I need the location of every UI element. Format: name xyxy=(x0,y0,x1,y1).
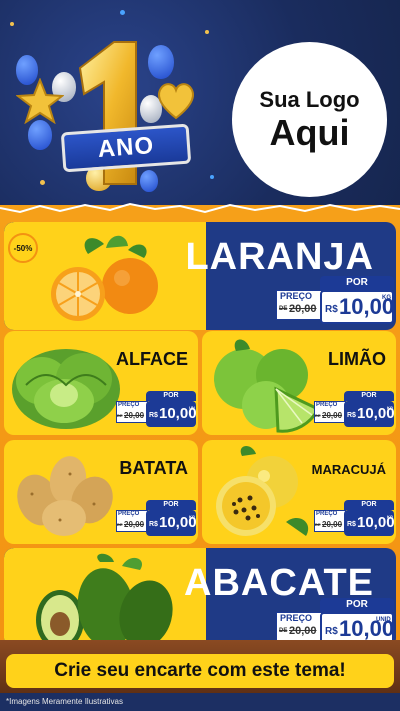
price-por-label: POR xyxy=(146,391,196,401)
logo-text-line1: Sua Logo xyxy=(259,86,360,112)
currency-symbol: R$ xyxy=(325,626,338,637)
old-price: 20,00 xyxy=(289,303,317,315)
avocado-image xyxy=(36,553,173,648)
confetti-dot xyxy=(40,180,45,185)
current-price-box: R$ 10,00 KG xyxy=(344,401,395,427)
currency-symbol: R$ xyxy=(149,412,158,419)
currency-symbol: R$ xyxy=(149,521,158,528)
preco-label: PREÇO xyxy=(316,511,338,517)
price-tag: POR PREÇO DE 20,00 R$ 10,00 KG xyxy=(314,389,395,429)
old-price-prefix: DE xyxy=(117,413,123,418)
old-price-prefix: DE xyxy=(315,522,321,527)
orange-fruit-image xyxy=(51,235,158,321)
product-name: BATATA xyxy=(119,458,188,478)
preco-label: PREÇO xyxy=(280,613,313,623)
disclaimer-text: *Imagens Meramente Ilustrativas xyxy=(6,697,123,706)
balloon-blue xyxy=(148,45,174,79)
product-card-alface[interactable]: ALFACE POR PREÇO DE 20,00 R$ 10,00 UN xyxy=(4,331,198,435)
preco-label: PREÇO xyxy=(280,291,313,301)
current-price-box: R$ 10,00 UN xyxy=(146,401,197,427)
current-price-box: R$ 10,00 KG xyxy=(344,510,395,536)
old-price: 20,00 xyxy=(322,520,343,529)
lime-image xyxy=(214,339,321,433)
ribbon-text: ANO xyxy=(96,132,156,163)
lettuce-image xyxy=(12,349,120,429)
balloon-blue xyxy=(28,120,52,150)
logo-placeholder[interactable]: Sua Logo Aqui xyxy=(232,42,387,197)
product-card-maracuja[interactable]: MARACUJÁ POR PREÇO DE 20,00 R$ 10,00 KG xyxy=(202,440,396,544)
old-price: 20,00 xyxy=(289,625,317,637)
product-card-batata[interactable]: BATATA POR PREÇO DE 20,00 R$ 10,00 KG xyxy=(4,440,198,544)
price-unit: UN xyxy=(189,405,195,410)
price-tag: POR PREÇO DE 20,00 R$ 10,00 KG xyxy=(276,274,394,326)
anniversary-ribbon: ANO xyxy=(60,123,192,173)
price-tag: POR PREÇO DE 20,00 R$ 10,00 UN xyxy=(116,389,197,429)
product-name: ALFACE xyxy=(116,349,188,369)
star-balloon-icon xyxy=(16,78,64,124)
preco-label: PREÇO xyxy=(118,511,140,517)
heart-balloon-icon xyxy=(158,83,194,120)
potato-image xyxy=(17,456,113,536)
currency-symbol: R$ xyxy=(325,304,338,315)
product-card-abacate[interactable]: ABACATE POR PREÇO DE 20,00 R$ 10,00 UNID xyxy=(4,548,396,648)
preco-label: PREÇO xyxy=(316,402,338,408)
price-por-label: POR xyxy=(320,598,394,612)
old-price-prefix: DE xyxy=(279,628,288,634)
product-name: LARANJA xyxy=(185,236,374,278)
price-por-label: POR xyxy=(344,500,394,510)
currency-symbol: R$ xyxy=(347,412,356,419)
product-name: MARACUJÁ xyxy=(311,462,386,477)
product-card-limao[interactable]: LIMÃO POR PREÇO DE 20,00 R$ 10,00 KG xyxy=(202,331,396,435)
preco-label: PREÇO xyxy=(118,402,140,408)
old-price: 20,00 xyxy=(322,411,343,420)
header-banner: 1 ANO Sua Logo Aqui xyxy=(0,0,400,215)
price-por-label: POR xyxy=(146,500,196,510)
confetti-dot xyxy=(205,30,209,34)
confetti-dot xyxy=(120,10,125,15)
price-unit: KG xyxy=(382,295,391,301)
price-por-label: POR xyxy=(320,276,394,290)
price-tag: POR PREÇO DE 20,00 R$ 10,00 KG xyxy=(314,498,395,538)
logo-text-line2: Aqui xyxy=(269,111,350,153)
price-unit: UNID xyxy=(376,617,391,623)
product-card-laranja[interactable]: LARANJA POR PREÇO DE 20,00 R$ 10,00 KG xyxy=(4,222,396,330)
current-price-box: R$ 10,00 KG xyxy=(146,510,197,536)
cta-text: Crie seu encarte com este tema! xyxy=(54,660,346,681)
price-unit: KG xyxy=(189,514,195,519)
price-por-label: POR xyxy=(344,391,394,401)
old-price-prefix: DE xyxy=(117,522,123,527)
passion-fruit-image xyxy=(216,445,309,536)
discount-badge: -50% xyxy=(8,233,38,263)
old-price-prefix: DE xyxy=(279,306,288,312)
old-price: 20,00 xyxy=(124,411,145,420)
confetti-dot xyxy=(210,175,214,179)
currency-symbol: R$ xyxy=(347,521,356,528)
price-unit: KG xyxy=(387,514,393,519)
product-name: LIMÃO xyxy=(328,349,386,369)
old-price-prefix: DE xyxy=(315,413,321,418)
price-unit: KG xyxy=(387,405,393,410)
price-tag: POR PREÇO DE 20,00 R$ 10,00 KG xyxy=(116,498,197,538)
torn-paper-edge xyxy=(0,202,400,218)
cta-banner[interactable]: Crie seu encarte com este tema! xyxy=(6,654,394,688)
confetti-dot xyxy=(10,22,14,26)
old-price: 20,00 xyxy=(124,520,145,529)
